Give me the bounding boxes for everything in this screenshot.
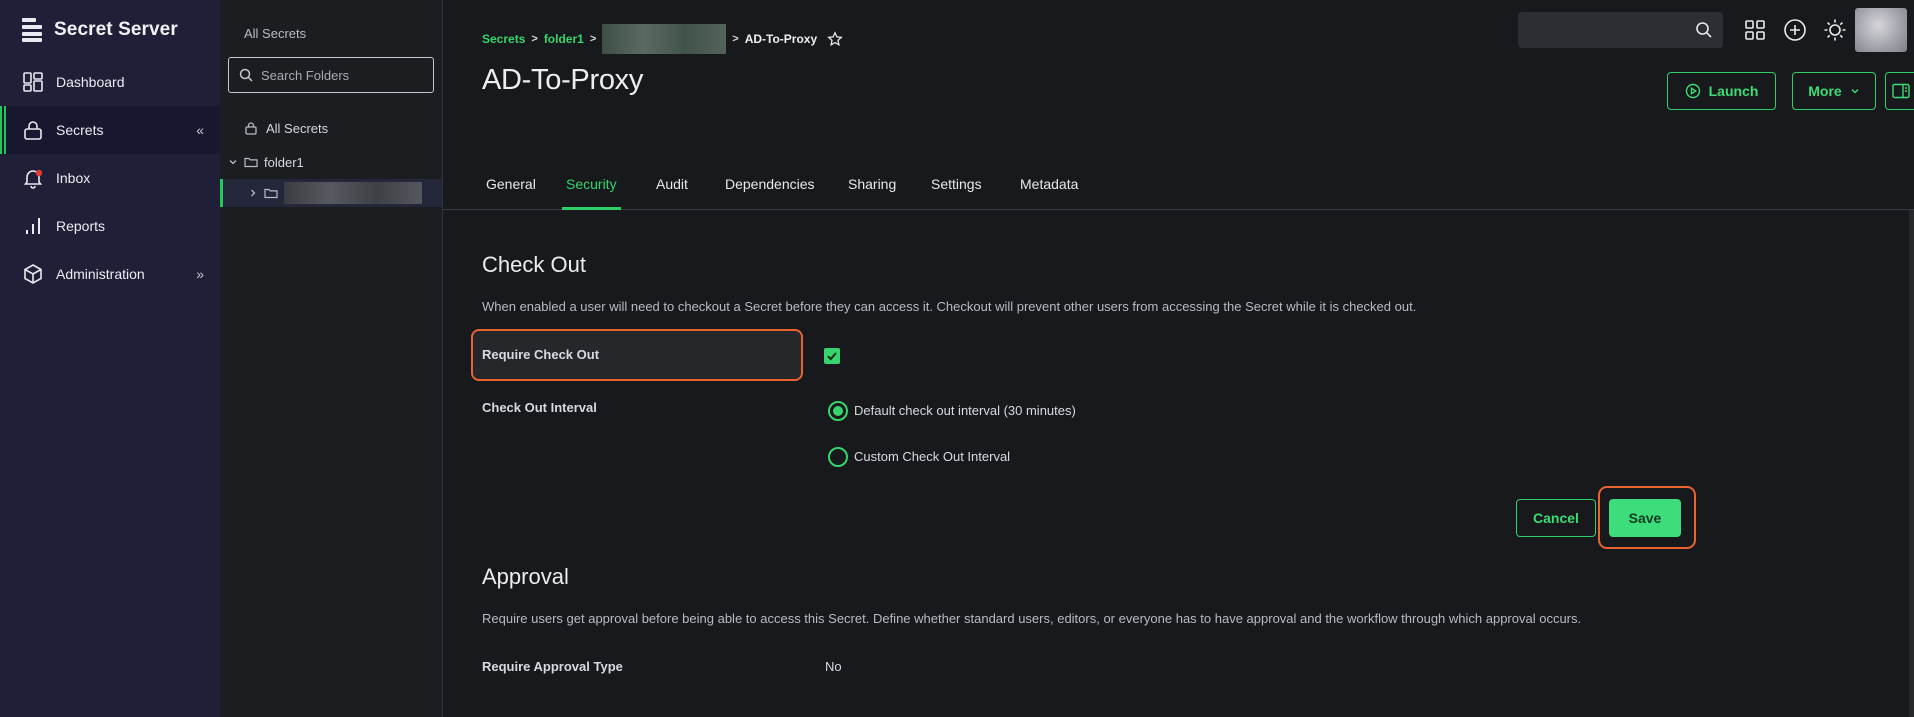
default-interval-radio[interactable] [828, 401, 848, 421]
global-search-input[interactable] [1518, 12, 1678, 48]
tab-bar: General Security Audit Dependencies Shar… [443, 168, 1914, 210]
tree-item-folder1[interactable]: folder1 [220, 148, 442, 176]
redacted-breadcrumb[interactable] [602, 24, 727, 54]
dashboard-icon [23, 72, 43, 92]
save-button[interactable]: Save [1609, 499, 1681, 537]
tree-label: All Secrets [266, 120, 329, 136]
search-icon [239, 68, 253, 82]
approval-type-label: Require Approval Type [482, 659, 623, 674]
nav-item-dashboard[interactable]: Dashboard [0, 58, 220, 106]
folder-search[interactable] [228, 57, 434, 93]
chevron-down-icon [1851, 89, 1859, 94]
tree-label: folder1 [264, 154, 304, 170]
more-button[interactable]: More [1792, 72, 1876, 110]
custom-interval-radio[interactable] [828, 447, 848, 467]
breadcrumb-current: AD-To-Proxy [744, 32, 818, 46]
side-panel-toggle[interactable] [1885, 72, 1914, 110]
cube-icon [24, 264, 42, 284]
nav-item-secrets[interactable]: Secrets « [0, 106, 220, 154]
nav-label-inbox: Inbox [56, 170, 91, 186]
brand[interactable]: Secret Server [22, 18, 178, 42]
tab-sharing[interactable]: Sharing [848, 176, 896, 210]
lock-icon [245, 122, 257, 135]
tab-dependencies[interactable]: Dependencies [725, 176, 815, 210]
expand-chevron-icon[interactable]: » [196, 266, 204, 282]
search-icon[interactable] [1695, 21, 1713, 39]
tab-general[interactable]: General [486, 176, 536, 210]
side-panel-icon [1891, 83, 1910, 99]
folder-icon [244, 157, 258, 168]
page-title: AD-To-Proxy [482, 64, 644, 96]
launch-button[interactable]: Launch [1667, 72, 1776, 110]
checkmark-icon [827, 352, 837, 361]
bar-chart-icon [26, 218, 40, 234]
chevron-right-icon[interactable] [248, 188, 258, 198]
breadcrumb-secrets-link[interactable]: Secrets [482, 32, 525, 46]
breadcrumb-chevron-icon: > [732, 33, 739, 45]
approval-type-value: No [825, 659, 842, 674]
chevron-down-icon[interactable] [228, 157, 238, 167]
brand-name: Secret Server [54, 19, 178, 40]
breadcrumb: Secrets > folder1 > > AD-To-Proxy [482, 24, 843, 54]
global-search[interactable] [1518, 12, 1723, 48]
left-nav: Secret Server Dashboard Secrets « Inbox [0, 0, 220, 717]
tab-security[interactable]: Security [562, 176, 621, 210]
require-checkout-label: Require Check Out [482, 347, 600, 362]
avatar[interactable] [1855, 8, 1907, 52]
main-content: Secrets > folder1 > > AD-To-Proxy AD-To-… [443, 0, 1914, 717]
approval-description: Require users get approval before being … [482, 611, 1582, 626]
selected-indicator [220, 179, 223, 207]
sun-theme-icon[interactable] [1823, 18, 1847, 42]
nav-label-reports: Reports [56, 218, 106, 234]
folder-panel: All Secrets All Secrets folder1 [220, 0, 443, 717]
breadcrumb-folder-link[interactable]: folder1 [544, 32, 584, 46]
custom-interval-label[interactable]: Custom Check Out Interval [854, 449, 1010, 464]
tab-metadata[interactable]: Metadata [1020, 176, 1078, 210]
star-icon[interactable] [827, 31, 843, 47]
tree-item-all-secrets[interactable]: All Secrets [220, 114, 442, 142]
bell-icon [23, 169, 43, 189]
tree-item-redacted-folder[interactable] [220, 179, 442, 207]
more-label: More [1808, 83, 1842, 99]
breadcrumb-chevron-icon: > [589, 33, 597, 45]
nav-label-dashboard: Dashboard [56, 74, 125, 90]
app-root: Secret Server Dashboard Secrets « Inbox [0, 0, 1914, 717]
folder-search-input[interactable] [261, 67, 421, 83]
lock-icon [24, 121, 42, 140]
collapse-chevron-icon[interactable]: « [196, 122, 204, 138]
default-interval-label[interactable]: Default check out interval (30 minutes) [854, 403, 1076, 418]
tab-settings[interactable]: Settings [931, 176, 982, 210]
folder-panel-title: All Secrets [244, 26, 307, 41]
secret-server-logo-icon [22, 18, 44, 42]
checkout-interval-label: Check Out Interval [482, 400, 597, 415]
play-circle-icon [1685, 83, 1700, 99]
apps-grid-icon[interactable] [1743, 18, 1767, 42]
approval-section-title: Approval [482, 564, 569, 589]
launch-label: Launch [1708, 83, 1759, 99]
breadcrumb-chevron-icon: > [531, 33, 538, 45]
checkout-section-title: Check Out [482, 252, 586, 277]
tab-audit[interactable]: Audit [656, 176, 688, 210]
active-indicator [0, 106, 8, 154]
nav-item-inbox[interactable]: Inbox [0, 154, 220, 202]
checkout-description: When enabled a user will need to checkou… [482, 299, 1417, 314]
nav-item-administration[interactable]: Administration » [0, 250, 220, 298]
cancel-button[interactable]: Cancel [1516, 499, 1596, 537]
scrollbar[interactable] [1909, 210, 1914, 717]
require-checkout-checkbox[interactable] [824, 348, 840, 364]
nav-item-reports[interactable]: Reports [0, 202, 220, 250]
add-circle-icon[interactable] [1783, 18, 1807, 42]
redacted-folder-name [284, 182, 422, 204]
folder-icon [264, 188, 278, 199]
